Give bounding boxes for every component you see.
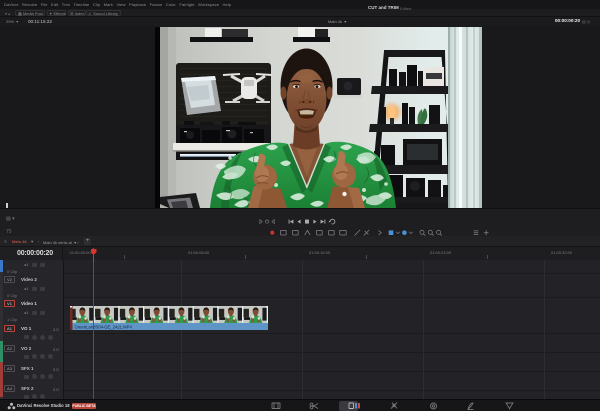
svg-text:GreenLandS04-GE_2421.MP4: GreenLandS04-GE_2421.MP4 <box>75 324 133 329</box>
